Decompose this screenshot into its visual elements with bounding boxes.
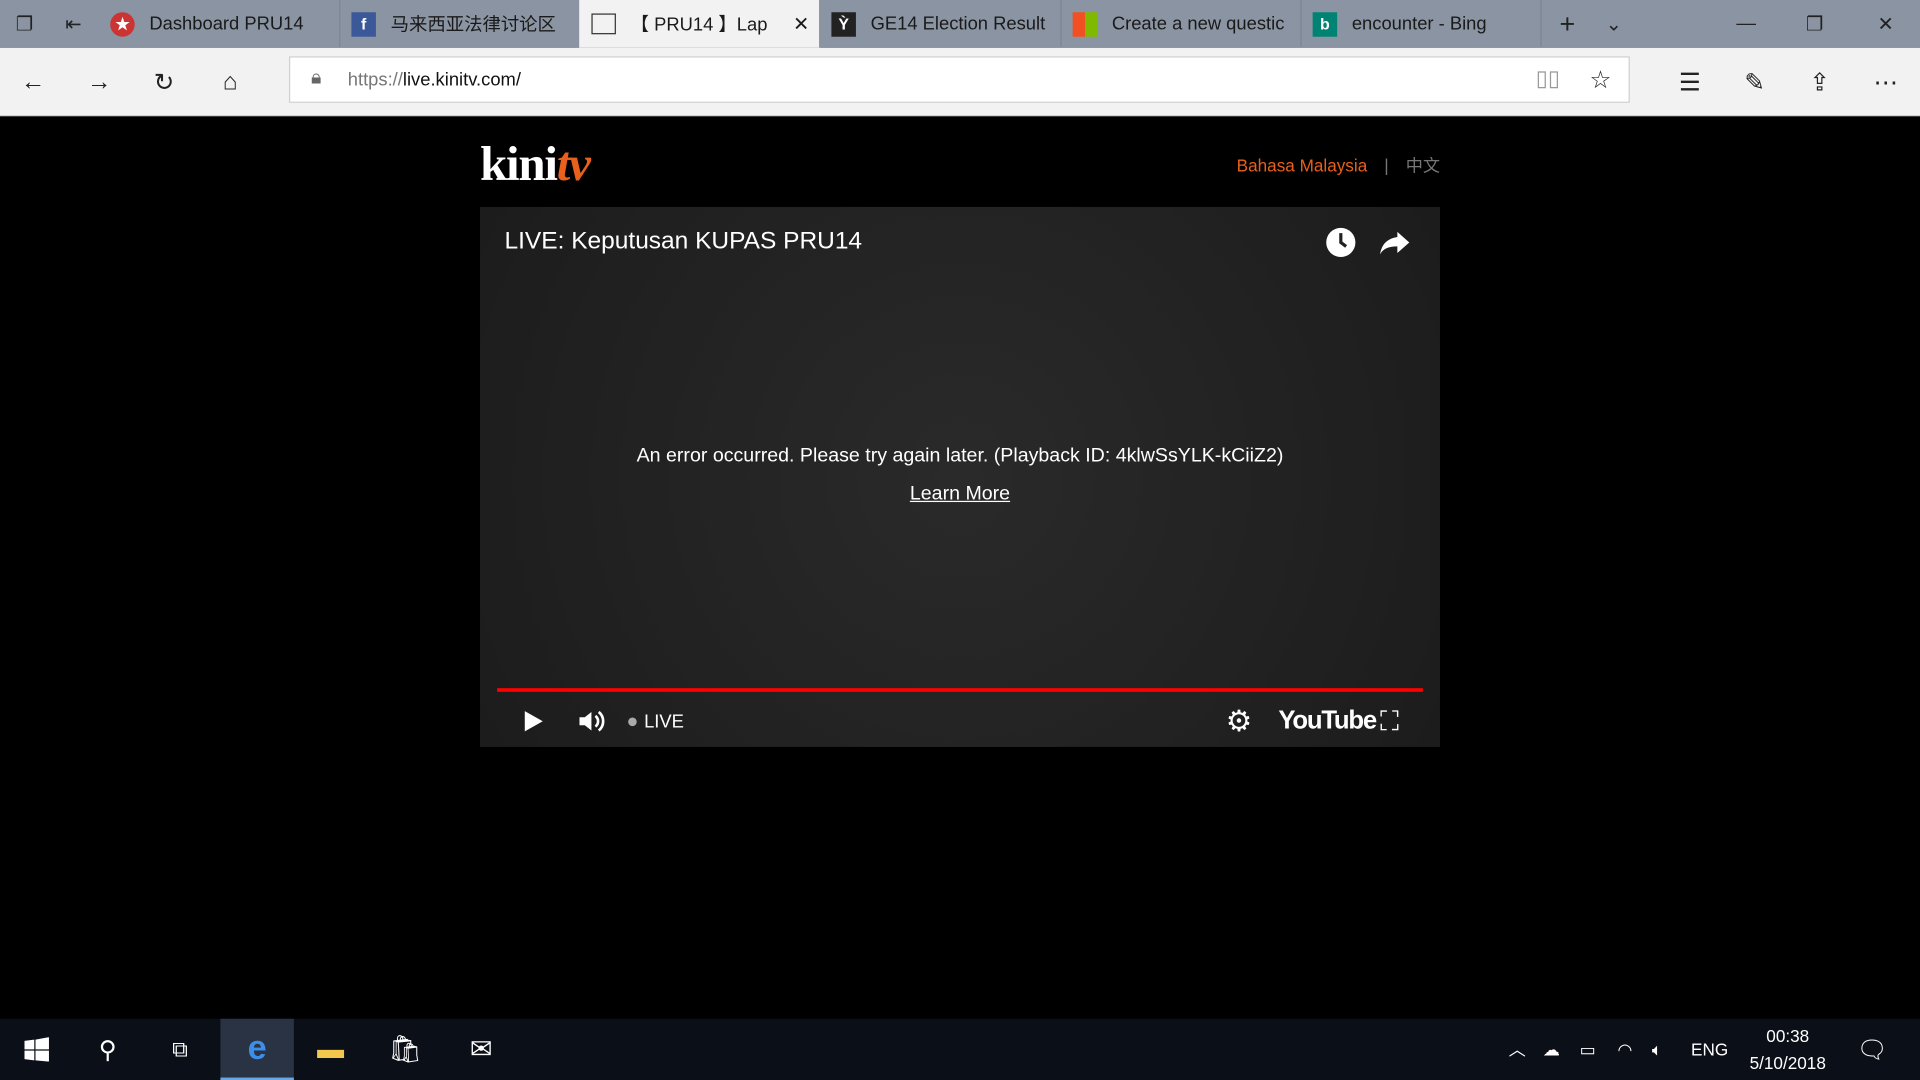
tab-facebook[interactable]: f 马来西亚法律讨论区 <box>339 0 581 48</box>
live-label: LIVE <box>644 710 684 732</box>
tab-dashboard[interactable]: ★ Dashboard PRU14 <box>98 0 341 48</box>
microsoft-icon <box>1072 11 1098 37</box>
tab-ge14[interactable]: Ỳ GE14 Election Result <box>819 0 1062 48</box>
tab-title: Create a new questic <box>1111 13 1285 35</box>
watch-later-clock-icon[interactable] <box>1325 227 1357 259</box>
taskbar: ⚲ ⧉ e ▬ 🛍︎ ✉ ︿ ☁ ▭ ◠ 🔈︎ ENG 00:38 5/10/2… <box>0 1018 1920 1080</box>
lang-separator: | <box>1384 155 1389 176</box>
url-text[interactable]: https://live.kinitv.com/ <box>348 70 521 91</box>
input-language[interactable]: ENG <box>1691 1019 1728 1080</box>
tab-title: Dashboard PRU14 <box>149 13 304 35</box>
restore-icon[interactable]: ❐ <box>1783 0 1847 48</box>
speaker-icon[interactable]: 🔈︎ <box>1652 1019 1662 1080</box>
tab-create-question[interactable]: Create a new questic <box>1060 0 1302 48</box>
youtube-logo[interactable]: YouTube <box>1278 703 1377 740</box>
back-icon[interactable]: ← <box>16 65 50 99</box>
refresh-icon[interactable]: ↻ <box>147 65 181 99</box>
settings-gear-icon[interactable]: ⚙ <box>1226 703 1252 740</box>
language-switcher: Bahasa Malaysia | 中文 <box>1237 153 1440 177</box>
tab-pru14-active[interactable]: 【 PRU14 】Lap ✕ <box>579 0 821 48</box>
chevron-down-icon[interactable]: ⌄ <box>1589 0 1638 48</box>
page-content: kinitv Bahasa Malaysia | 中文 LIVE: Keputu… <box>0 116 1920 1019</box>
video-title[interactable]: LIVE: Keputusan KUPAS PRU14 <box>504 228 862 256</box>
favorites-hub-icon[interactable]: ☰ <box>1673 65 1707 99</box>
video-player[interactable]: LIVE: Keputusan KUPAS PRU14 An error occ… <box>480 206 1441 747</box>
pen-notes-icon[interactable]: ✎ <box>1738 65 1772 99</box>
onedrive-cloud-icon[interactable]: ☁ <box>1543 1019 1560 1080</box>
forward-icon[interactable]: → <box>82 65 116 99</box>
windows-start-icon[interactable] <box>0 1019 73 1080</box>
clock[interactable]: 00:38 5/10/2018 <box>1741 1019 1834 1080</box>
favorite-star-icon[interactable]: ☆ <box>1589 65 1611 96</box>
tab-title: 马来西亚法律讨论区 <box>390 14 556 36</box>
wifi-icon[interactable]: ◠ <box>1618 1019 1633 1080</box>
progress-bar[interactable] <box>497 688 1423 692</box>
volume-icon[interactable] <box>576 703 608 740</box>
lock-icon: 🔒︎ <box>311 67 322 89</box>
clock-time: 00:38 <box>1766 1026 1810 1046</box>
task-view-icon[interactable]: ⧉ <box>143 1019 216 1080</box>
tab-manager-icon[interactable]: ❐ <box>0 0 49 48</box>
tab-title: encounter - Bing <box>1351 13 1487 35</box>
close-window-icon[interactable]: ✕ <box>1851 0 1920 48</box>
set-tabs-aside-icon[interactable]: ⇤ <box>49 0 98 48</box>
edge-icon[interactable]: e <box>220 1018 294 1080</box>
logo-favicon-icon: Ỳ <box>831 11 856 37</box>
tab-bar: ❐ ⇤ ★ Dashboard PRU14 f 马来西亚法律讨论区 【 PRU1… <box>0 0 1920 48</box>
kinitv-logo[interactable]: kinitv <box>480 135 591 193</box>
tab-bing[interactable]: b encounter - Bing <box>1300 0 1542 48</box>
home-icon[interactable]: ⌂ <box>213 65 247 99</box>
fullscreen-icon[interactable]: ⛶ <box>1380 703 1399 740</box>
play-icon[interactable] <box>519 703 546 740</box>
minimize-icon[interactable]: — <box>1714 0 1778 48</box>
learn-more-link[interactable]: Learn More <box>910 484 1010 505</box>
facebook-icon: f <box>351 11 376 37</box>
bing-icon: b <box>1312 11 1338 37</box>
reading-view-icon[interactable]: ▯▯ <box>1536 66 1560 92</box>
error-message: An error occurred. Please try again late… <box>636 445 1284 467</box>
live-dot-icon <box>628 716 637 726</box>
lang-chinese-link[interactable]: 中文 <box>1406 156 1440 176</box>
share-arrow-icon[interactable] <box>1379 227 1411 259</box>
nav-bar: ← → ↻ ⌂ 🔒︎ https://live.kinitv.com/ ▯▯ ☆… <box>0 47 1920 117</box>
address-bar[interactable]: 🔒︎ https://live.kinitv.com/ ▯▯ ☆ <box>288 56 1630 103</box>
new-tab-icon[interactable]: + <box>1540 0 1594 48</box>
live-indicator[interactable]: LIVE <box>628 703 684 740</box>
share-icon[interactable]: ⇪ <box>1802 65 1836 99</box>
page-icon <box>591 13 616 35</box>
action-center-icon[interactable]: 🗨︎ <box>1856 1019 1887 1080</box>
search-icon[interactable]: ⚲ <box>71 1019 144 1080</box>
flag-favicon-icon: ★ <box>110 11 135 37</box>
show-hidden-icons-chevron-up-icon[interactable]: ︿ <box>1509 1019 1526 1080</box>
file-explorer-icon[interactable]: ▬ <box>294 1019 367 1080</box>
close-tab-icon[interactable]: ✕ <box>793 12 809 36</box>
clock-date: 5/10/2018 <box>1749 1053 1826 1073</box>
mail-icon[interactable]: ✉ <box>444 1019 517 1080</box>
tab-title: 【 PRU14 】Lap <box>630 14 768 36</box>
tab-title: GE14 Election Result <box>870 13 1046 35</box>
store-icon[interactable]: 🛍︎ <box>369 1019 442 1080</box>
more-icon[interactable]: ⋯ <box>1869 65 1903 99</box>
lang-bahasa-link[interactable]: Bahasa Malaysia <box>1237 156 1368 176</box>
battery-icon[interactable]: ▭ <box>1580 1019 1596 1080</box>
